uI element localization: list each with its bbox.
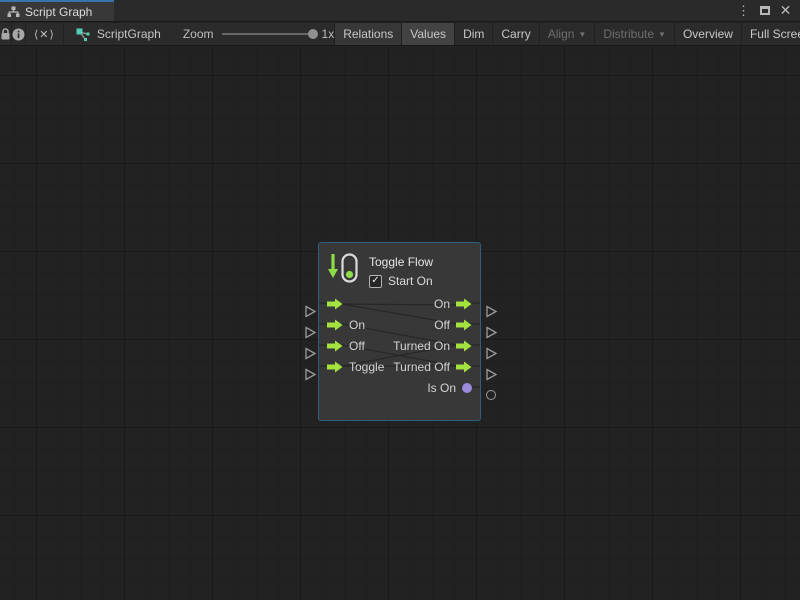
graph-name-label: ScriptGraph [76, 23, 161, 45]
full-screen-button[interactable]: Full Screen [741, 23, 800, 45]
lock-button[interactable] [0, 23, 12, 45]
flow-in-icon [327, 298, 343, 310]
output-port-turned-off[interactable]: Turned Off [393, 360, 472, 374]
tabstrip-spacer [114, 0, 735, 21]
input-port-label: Off [349, 339, 365, 353]
port-row: Off Turned On [319, 335, 480, 356]
carry-button[interactable]: Carry [492, 23, 538, 45]
dim-button[interactable]: Dim [454, 23, 492, 45]
output-port-on[interactable]: On [434, 297, 472, 311]
start-on-label: Start On [388, 274, 433, 288]
port-row: Toggle Turned Off [319, 356, 480, 377]
output-port-turned-on[interactable]: Turned On [393, 339, 472, 353]
external-flow-connector[interactable] [485, 305, 498, 318]
external-value-connector[interactable] [486, 390, 496, 400]
info-button[interactable] [12, 23, 26, 45]
node-header-text: Toggle Flow ✓ Start On [369, 252, 433, 288]
flow-in-icon [327, 361, 343, 373]
port-row: On Off [319, 314, 480, 335]
external-flow-connector[interactable] [485, 368, 498, 381]
output-port-label: Off [434, 318, 450, 332]
zoom-control: Zoom 1x [183, 23, 334, 45]
flow-in-icon [327, 319, 343, 331]
external-flow-connector[interactable] [304, 326, 317, 339]
graph-canvas[interactable]: Toggle Flow ✓ Start On [0, 47, 800, 600]
flow-out-icon [456, 298, 472, 310]
chevron-down-icon: ▼ [658, 29, 666, 39]
tab-label: Script Graph [25, 5, 92, 19]
flow-in-icon [327, 340, 343, 352]
output-port-label: Turned Off [393, 360, 450, 374]
port-row: Is On [319, 377, 480, 398]
values-button[interactable]: Values [401, 23, 454, 45]
distribute-label: Distribute [603, 27, 654, 41]
input-port-label: Toggle [349, 360, 384, 374]
external-flow-connector[interactable] [485, 326, 498, 339]
lock-icon [0, 28, 11, 41]
zoom-value: 1x [322, 27, 335, 41]
flow-out-icon [456, 319, 472, 331]
script-graph-icon [76, 28, 91, 41]
external-flow-connector[interactable] [304, 368, 317, 381]
external-flow-connector[interactable] [485, 347, 498, 360]
flow-out-icon [456, 340, 472, 352]
align-dropdown[interactable]: Align ▼ [539, 23, 595, 45]
tab-strip: Script Graph ⋮ ✕ [0, 0, 800, 22]
graph-name-text: ScriptGraph [97, 27, 161, 41]
toggle-flow-icon [327, 252, 361, 284]
flow-out-icon [456, 361, 472, 373]
input-port-toggle[interactable]: Toggle [327, 360, 384, 374]
tab-script-graph[interactable]: Script Graph [0, 0, 114, 21]
input-port-label: On [349, 318, 365, 332]
start-on-setting: ✓ Start On [369, 274, 433, 288]
toggle-flow-node[interactable]: Toggle Flow ✓ Start On [318, 242, 481, 421]
edit-source-button[interactable]: ⟨✕⟩ [26, 23, 64, 45]
zoom-label: Zoom [183, 27, 214, 41]
output-port-label: Turned On [393, 339, 450, 353]
relations-button[interactable]: Relations [334, 23, 401, 45]
chevron-down-icon: ▼ [578, 29, 586, 39]
output-port-label: Is On [427, 381, 456, 395]
zoom-slider-handle[interactable] [308, 29, 318, 39]
graph-toolbar: ⟨✕⟩ ScriptGraph Zoom 1x Relations Values… [0, 23, 800, 46]
input-port-off[interactable]: Off [327, 339, 365, 353]
zoom-slider[interactable] [222, 33, 314, 35]
code-icon: ⟨✕⟩ [34, 28, 55, 41]
output-port-label: On [434, 297, 450, 311]
distribute-dropdown[interactable]: Distribute ▼ [594, 23, 674, 45]
external-flow-connector[interactable] [304, 347, 317, 360]
external-flow-connector[interactable] [304, 305, 317, 318]
output-port-is-on[interactable]: Is On [427, 381, 472, 395]
align-label: Align [548, 27, 575, 41]
node-header: Toggle Flow ✓ Start On [319, 243, 480, 288]
node-title: Toggle Flow [369, 252, 433, 269]
window-controls: ⋮ ✕ [735, 0, 800, 21]
start-on-checkbox[interactable]: ✓ [369, 275, 382, 288]
input-port-on[interactable]: On [327, 318, 365, 332]
window-menu-icon[interactable]: ⋮ [735, 2, 752, 20]
output-port-off[interactable]: Off [434, 318, 472, 332]
value-port-icon [462, 383, 472, 393]
info-icon [12, 28, 25, 41]
port-row: On [319, 293, 480, 314]
maximize-icon[interactable] [756, 2, 773, 20]
graph-hierarchy-icon [7, 6, 20, 18]
overview-button[interactable]: Overview [674, 23, 741, 45]
toolbar-right-group: Relations Values Dim Carry Align ▼ Distr… [334, 23, 800, 45]
node-ports: On On Off Off [319, 293, 480, 398]
close-icon[interactable]: ✕ [777, 2, 794, 20]
input-port-invoke[interactable] [327, 298, 349, 310]
